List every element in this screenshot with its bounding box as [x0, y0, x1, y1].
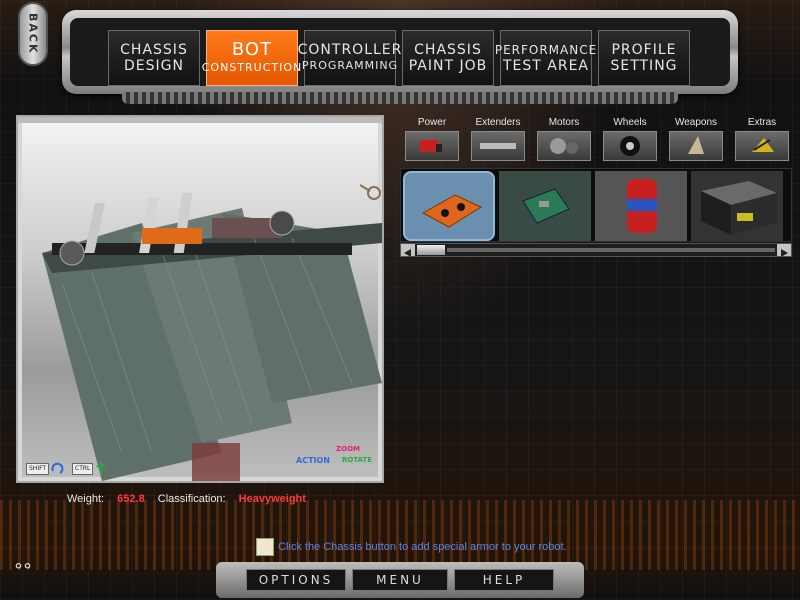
battery-pack-icon	[421, 194, 483, 228]
main-navigation: CHASSIS DESIGN BOT CONSTRUCTION CONTROLL…	[62, 10, 738, 104]
power-cell-icon	[627, 179, 657, 233]
motors-icon[interactable]	[537, 131, 591, 161]
robot-model	[42, 193, 382, 481]
ctrl-key-hint: CTRL	[72, 463, 94, 475]
tab-chassis-paint-job[interactable]: CHASSIS PAINT JOB	[402, 30, 494, 86]
tab-label-line2: PAINT JOB	[408, 58, 488, 74]
scroll-left-arrow-icon[interactable]	[401, 244, 415, 257]
tab-controller-programming[interactable]: CONTROLLER PROGRAMMING	[298, 30, 401, 86]
scroll-thumb[interactable]	[417, 245, 445, 255]
category-label: Extras	[747, 117, 777, 128]
classification-label: Classification:	[157, 493, 226, 505]
category-label: Weapons	[674, 117, 718, 128]
move-arrow-icon	[96, 462, 106, 475]
robot-3d-viewport[interactable]: SHIFT CTRL ACTION ZOOM ROTATE	[16, 115, 384, 483]
tab-label-line1: BOT	[231, 39, 273, 60]
menu-button[interactable]: MENU	[352, 569, 448, 591]
scroll-right-arrow-icon[interactable]	[777, 244, 791, 257]
tab-label-line1: PERFORMANCE	[494, 43, 598, 57]
viewport-scene[interactable]	[22, 123, 382, 481]
power-icon[interactable]	[405, 131, 459, 161]
category-wheels[interactable]: Wheels	[598, 116, 662, 161]
tab-label-line2: SETTING	[610, 58, 678, 74]
scroll-track[interactable]	[447, 248, 775, 252]
category-power[interactable]: Power	[400, 116, 464, 161]
control-board-icon	[522, 188, 570, 224]
shift-key-hint: SHIFT	[26, 463, 50, 475]
bot-stats: Weight: 652.8 Classification: Heavyweigh…	[67, 493, 316, 505]
rotate-label: ROTATE	[341, 456, 372, 464]
background-glow	[0, 500, 800, 570]
category-label: Power	[417, 117, 447, 128]
help-button[interactable]: HELP	[454, 569, 554, 591]
parts-scrollbar[interactable]	[400, 243, 792, 257]
bottom-menu-bar: OPTIONS MENU HELP	[216, 562, 584, 598]
tips-icon	[256, 538, 274, 556]
classification-value: Heavyweight	[238, 493, 306, 505]
category-label: Wheels	[613, 117, 647, 128]
armored-box-icon	[701, 181, 777, 235]
category-label: Extenders	[475, 117, 521, 128]
extras-icon[interactable]	[735, 131, 789, 161]
extenders-icon[interactable]	[471, 131, 525, 161]
grab-cursor-icon	[359, 184, 381, 200]
tab-label-line2: CONSTRUCTION	[201, 61, 303, 74]
part-armored-box[interactable]	[691, 171, 783, 241]
category-extras[interactable]: Extras	[730, 116, 794, 161]
back-button[interactable]: BACK	[18, 2, 48, 66]
tab-profile-setting[interactable]: PROFILE SETTING	[598, 30, 690, 86]
tip-text: Click the Chassis button to add special …	[278, 541, 567, 553]
tab-label-line1: PROFILE	[611, 42, 677, 58]
category-weapons[interactable]: Weapons	[664, 116, 728, 161]
weight-value: 652.8	[117, 493, 145, 505]
weight-label: Weight:	[67, 493, 105, 505]
tab-label-line2: TEST AREA	[502, 58, 589, 74]
wheels-icon[interactable]	[603, 131, 657, 161]
tab-performance-test-area[interactable]: PERFORMANCE TEST AREA	[495, 30, 596, 86]
action-label: ACTION	[296, 456, 330, 465]
options-button[interactable]: OPTIONS	[246, 569, 346, 591]
category-motors[interactable]: Motors	[532, 116, 596, 161]
tab-label-line1: CHASSIS	[414, 42, 482, 58]
tab-label-line1: CHASSIS	[120, 42, 188, 58]
tab-label-line2: DESIGN	[124, 58, 184, 74]
parts-carousel	[400, 168, 792, 242]
logo-icon: °°	[14, 560, 32, 581]
tab-chassis-design[interactable]: CHASSIS DESIGN	[108, 30, 200, 86]
weapons-icon[interactable]	[669, 131, 723, 161]
zoom-label: ZOOM	[336, 445, 360, 453]
category-extenders[interactable]: Extenders	[466, 116, 530, 161]
category-label: Motors	[548, 117, 580, 128]
part-battery-pack[interactable]	[403, 171, 495, 241]
part-control-board[interactable]	[499, 171, 591, 241]
rotate-arrow-icon	[51, 462, 64, 474]
back-button-label: BACK	[26, 13, 40, 55]
tab-label-line2: PROGRAMMING	[301, 59, 399, 72]
tab-bot-construction[interactable]: BOT CONSTRUCTION	[202, 30, 301, 86]
tab-label-line1: CONTROLLER	[297, 42, 403, 58]
viewport-controls-legend: SHIFT CTRL ACTION ZOOM ROTATE	[26, 445, 374, 475]
part-power-cell[interactable]	[595, 171, 687, 241]
